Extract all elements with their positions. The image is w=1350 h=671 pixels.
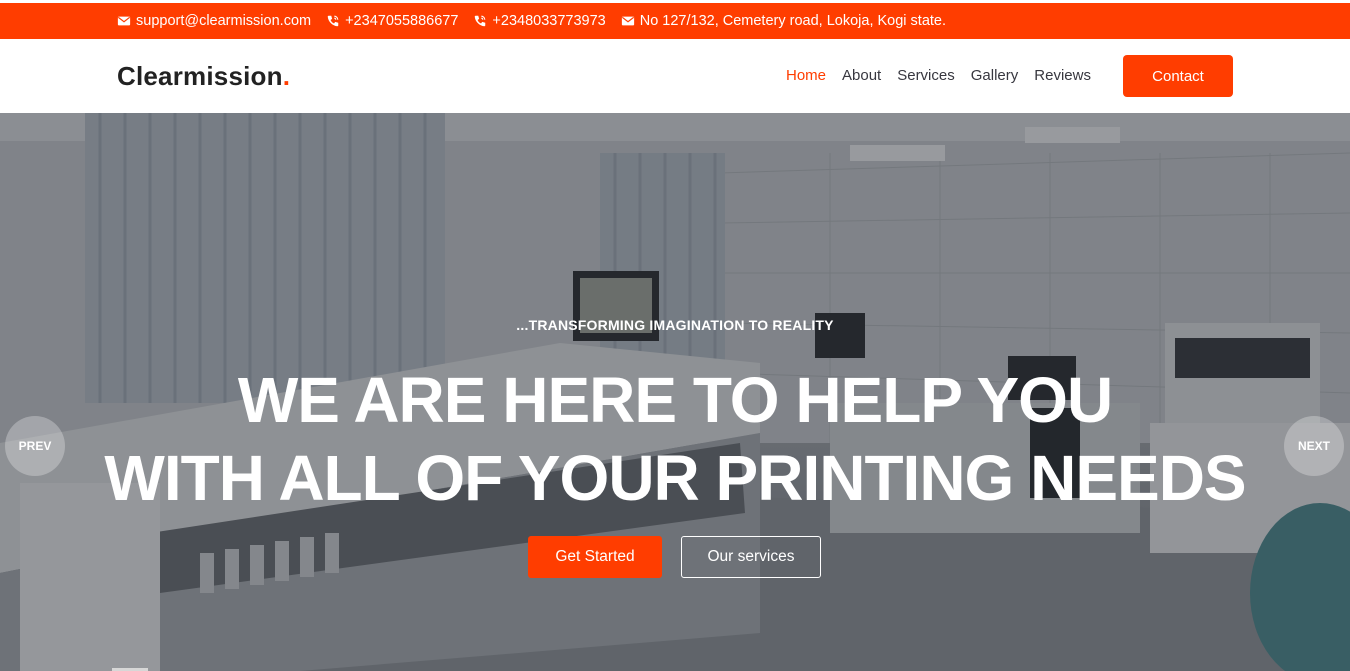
phone-text-1: +2347055886677 [345, 13, 459, 29]
hero-headline-line-1: WE ARE HERE TO HELP YOU [237, 364, 1113, 436]
our-services-button[interactable]: Our services [681, 536, 821, 578]
nav-about[interactable]: About [842, 67, 881, 84]
address-item: No 127/132, Cemetery road, Lokoja, Kogi … [621, 13, 946, 29]
phone-item-1[interactable]: +2347055886677 [326, 13, 458, 29]
phone-icon [475, 15, 486, 27]
get-started-button[interactable]: Get Started [528, 536, 662, 578]
hero-tagline: ...TRANSFORMING IMAGINATION TO REALITY [516, 317, 834, 333]
logo-text: Clearmission [117, 61, 283, 91]
address-text: No 127/132, Cemetery road, Lokoja, Kogi … [639, 13, 947, 29]
top-info-bar: support@clearmission.com +2347055886677 … [0, 0, 1350, 39]
logo-dot: . [282, 61, 291, 91]
contact-button[interactable]: Contact [1123, 55, 1233, 97]
mail-icon [621, 16, 634, 26]
email-item[interactable]: support@clearmission.com [117, 13, 311, 29]
nav-services[interactable]: Services [897, 67, 955, 84]
site-header: Clearmission. Home About Services Galler… [0, 39, 1350, 113]
slider-next-button[interactable]: NEXT [1284, 416, 1344, 476]
phone-icon [327, 15, 339, 27]
slider-prev-button[interactable]: PREV [5, 416, 65, 476]
site-logo[interactable]: Clearmission. [117, 61, 290, 92]
hero-headline-line-2: WITH ALL OF YOUR PRINTING NEEDS [104, 442, 1246, 514]
hero-slider: ...TRANSFORMING IMAGINATION TO REALITY W… [0, 113, 1350, 671]
email-text: support@clearmission.com [136, 13, 312, 29]
main-nav: Home About Services Gallery Reviews [786, 67, 1107, 84]
phone-text-2: +2348033773973 [492, 13, 606, 29]
mail-icon [117, 16, 131, 26]
nav-home[interactable]: Home [786, 67, 826, 84]
hero-headline: WE ARE HERE TO HELP YOU WITH ALL OF YOUR… [0, 361, 1350, 517]
phone-item-2[interactable]: +2348033773973 [473, 13, 606, 29]
nav-gallery[interactable]: Gallery [971, 67, 1019, 84]
nav-reviews[interactable]: Reviews [1034, 67, 1091, 84]
